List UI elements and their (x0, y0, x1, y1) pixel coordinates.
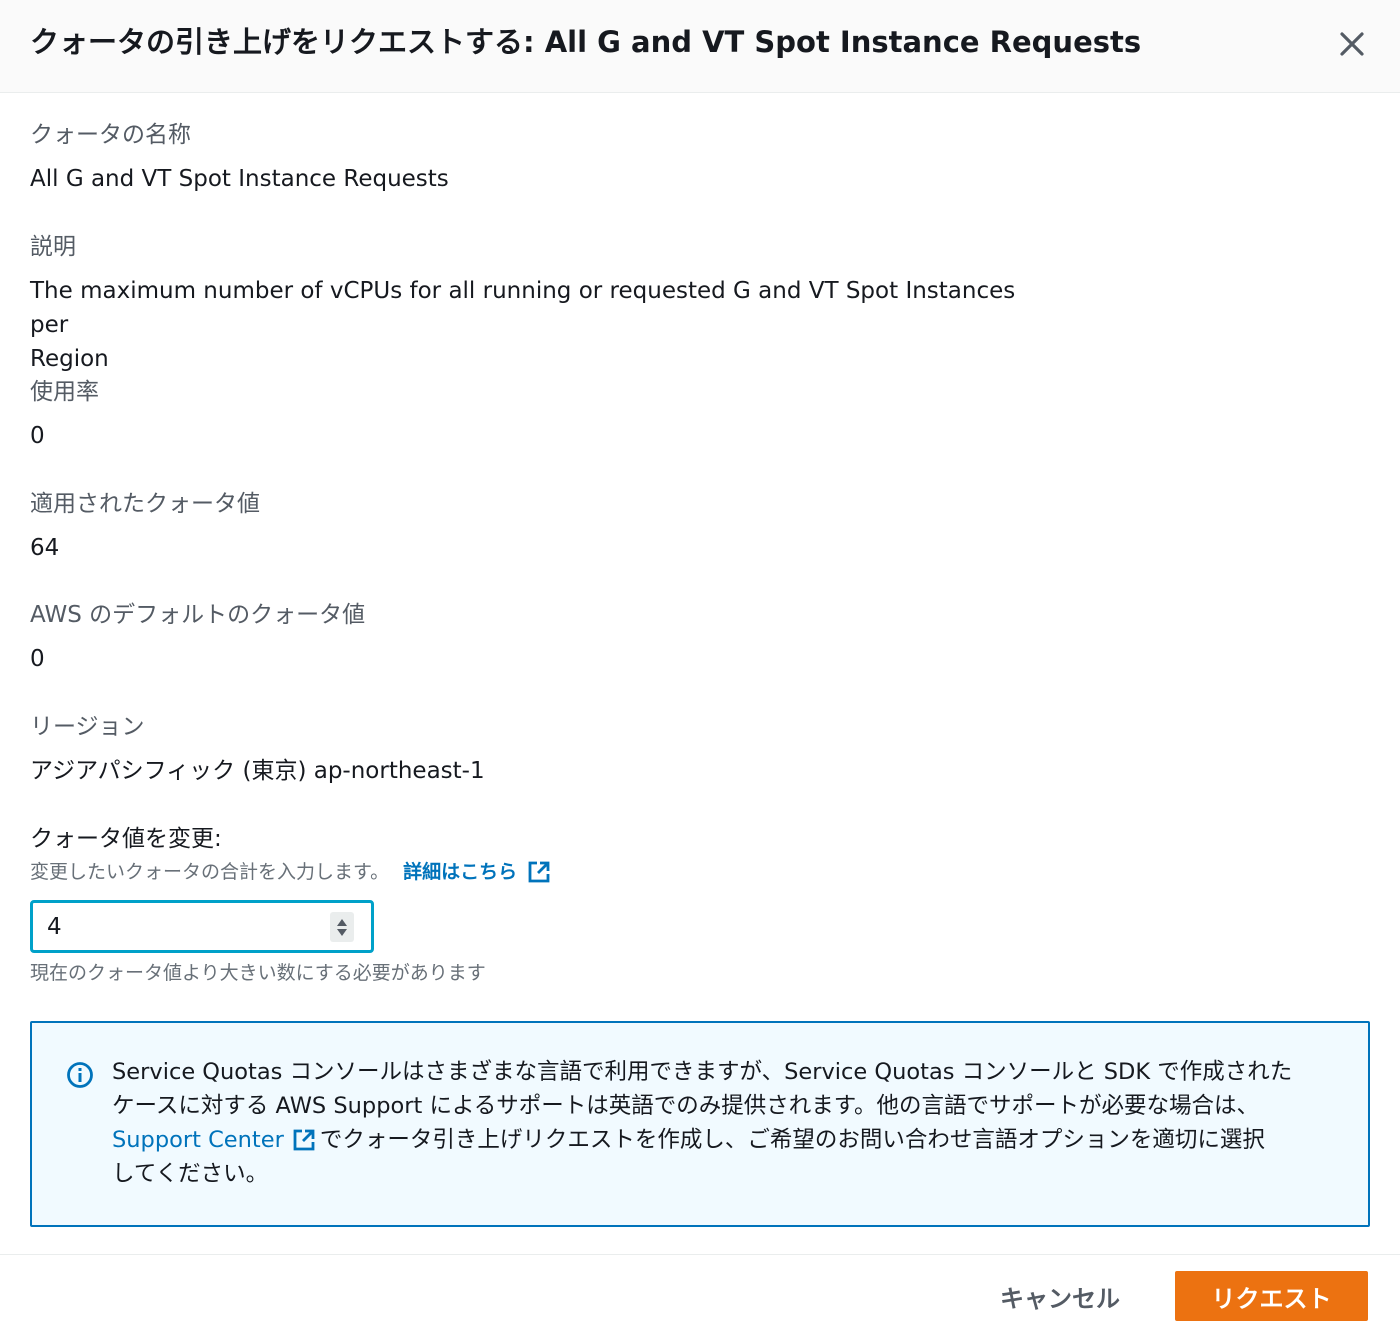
dialog-header: クォータの引き上げをリクエストする: All G and VT Spot Ins… (0, 0, 1400, 93)
description-value: The maximum number of vCPUs for all runn… (30, 274, 1030, 376)
info-alert-line-3-text: でクォータ引き上げリクエストを作成し、ご希望のお問い合わせ言語オプションを適切に… (319, 1127, 1265, 1153)
change-quota-label: クォータ値を変更: (30, 826, 222, 852)
input-constraint-text: 現在のクォータ値より大きい数にする必要があります (30, 962, 486, 984)
region-label: リージョン (30, 714, 145, 740)
info-alert-line-4: してください。 (112, 1161, 269, 1187)
external-link-icon (527, 860, 551, 884)
support-center-link-text: Support Center (112, 1127, 284, 1153)
cancel-button[interactable]: キャンセル (980, 1271, 1140, 1321)
info-icon (66, 1061, 94, 1089)
info-alert-line-3: Support Center でクォータ引き上げリクエストを作成し、ご希望のお問… (112, 1123, 1342, 1157)
default-quota-value: 0 (30, 646, 45, 672)
description-line-1: The maximum number of vCPUs for all runn… (30, 278, 1016, 338)
info-alert-text: Service Quotas コンソールはさまざまな言語で利用できますが、Ser… (112, 1055, 1342, 1191)
number-stepper[interactable] (330, 912, 354, 942)
description-label: 説明 (30, 234, 76, 260)
applied-quota-label: 適用されたクォータ値 (30, 491, 260, 517)
info-alert: Service Quotas コンソールはさまざまな言語で利用できますが、Ser… (30, 1021, 1370, 1227)
quota-increase-dialog: クォータの引き上げをリクエストする: All G and VT Spot Ins… (0, 0, 1400, 1336)
info-alert-line-1: Service Quotas コンソールはさまざまな言語で利用できますが、Ser… (112, 1059, 1293, 1085)
info-alert-line-2: ケースに対する AWS Support によるサポートは英語でのみ提供されます。… (112, 1093, 1260, 1119)
change-quota-description: 変更したいクォータの合計を入力します。 詳細はこちら (30, 859, 551, 885)
quota-value-input-wrapper (30, 900, 374, 953)
description-line-2: Region (30, 346, 109, 372)
change-quota-description-text: 変更したいクォータの合計を入力します。 (30, 861, 390, 883)
stepper-down-icon[interactable] (337, 928, 347, 936)
quota-name-label: クォータの名称 (30, 122, 191, 148)
close-icon[interactable] (1330, 22, 1374, 66)
stepper-up-icon[interactable] (337, 918, 347, 926)
support-center-link[interactable]: Support Center (112, 1123, 320, 1157)
learn-more-link[interactable]: 詳細はこちら (403, 859, 551, 885)
default-quota-label: AWS のデフォルトのクォータ値 (30, 602, 366, 628)
request-button[interactable]: リクエスト (1175, 1271, 1368, 1321)
dialog-title: クォータの引き上げをリクエストする: All G and VT Spot Ins… (30, 25, 1142, 59)
region-value: アジアパシフィック (東京) ap-northeast-1 (30, 758, 485, 784)
dialog-footer: キャンセル リクエスト (0, 1254, 1400, 1336)
learn-more-link-text: 詳細はこちら (403, 861, 518, 883)
utilization-value: 0 (30, 423, 45, 449)
external-link-icon (292, 1128, 316, 1152)
quota-name-value: All G and VT Spot Instance Requests (30, 166, 449, 192)
quota-value-input[interactable] (47, 910, 317, 944)
applied-quota-value: 64 (30, 535, 60, 561)
utilization-label: 使用率 (30, 379, 99, 405)
